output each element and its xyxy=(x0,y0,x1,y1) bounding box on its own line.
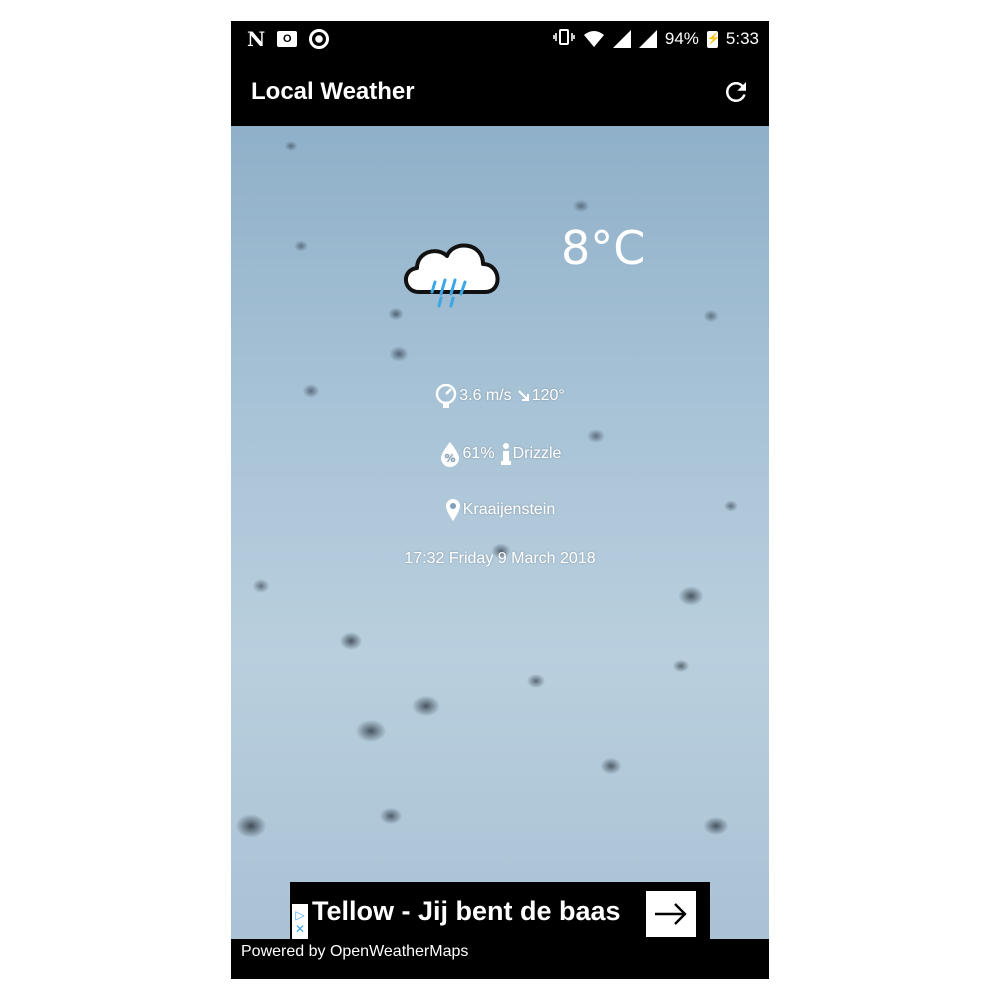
signal-icon-2 xyxy=(638,30,657,48)
humidity-drop-icon: % xyxy=(439,441,461,467)
outlook-icon: O xyxy=(277,31,298,47)
phone-screen: N O 94% 5:33 Local Weather xyxy=(231,21,769,979)
datetime-row: 17:32 Friday 9 March 2018 xyxy=(231,550,769,568)
location-pin-icon xyxy=(445,498,461,522)
rain-cloud-icon xyxy=(397,234,507,314)
ad-banner[interactable]: ▷ ✕ Tellow - Jij bent de baas xyxy=(290,882,710,946)
signal-icon xyxy=(612,30,631,48)
wind-direction-arrow-icon xyxy=(517,390,530,402)
wind-direction: 120° xyxy=(531,387,565,404)
datetime: 17:32 Friday 9 March 2018 xyxy=(404,550,596,567)
netflix-icon: N xyxy=(247,27,266,51)
vibrate-icon xyxy=(553,28,575,51)
info-icon xyxy=(500,443,511,465)
battery-percent: 94% xyxy=(664,29,699,48)
svg-text:%: % xyxy=(444,452,455,465)
arrow-right-icon[interactable] xyxy=(646,891,696,937)
wind-speed: 3.6 m/s xyxy=(459,387,512,404)
weather-panel: 8°C 3.6 m/s 120° % 61% Drizzle Kraaijens… xyxy=(231,126,769,946)
temperature: 8°C xyxy=(561,221,646,275)
gauge-icon xyxy=(435,384,457,408)
adchoices-icon[interactable]: ▷ ✕ xyxy=(292,904,308,940)
powered-by-text: Powered by OpenWeatherMaps xyxy=(241,943,469,960)
app-bar: Local Weather xyxy=(231,57,769,126)
wifi-icon xyxy=(583,30,605,48)
humidity: 61% xyxy=(462,445,495,462)
weather-description: Drizzle xyxy=(512,445,562,462)
clock: 5:33 xyxy=(725,29,759,48)
refresh-icon[interactable] xyxy=(721,77,751,107)
wind-row: 3.6 m/s 120° xyxy=(231,384,769,408)
record-icon xyxy=(309,29,330,49)
battery-icon xyxy=(706,30,718,48)
location-name: Kraaijenstein xyxy=(462,501,556,518)
app-title: Local Weather xyxy=(251,78,415,105)
humidity-row: % 61% Drizzle xyxy=(231,441,769,467)
status-bar: N O 94% 5:33 xyxy=(231,21,769,57)
location-row: Kraaijenstein xyxy=(231,498,769,522)
ad-text[interactable]: Tellow - Jij bent de baas xyxy=(312,896,621,927)
footer: Powered by OpenWeatherMaps xyxy=(231,939,769,979)
